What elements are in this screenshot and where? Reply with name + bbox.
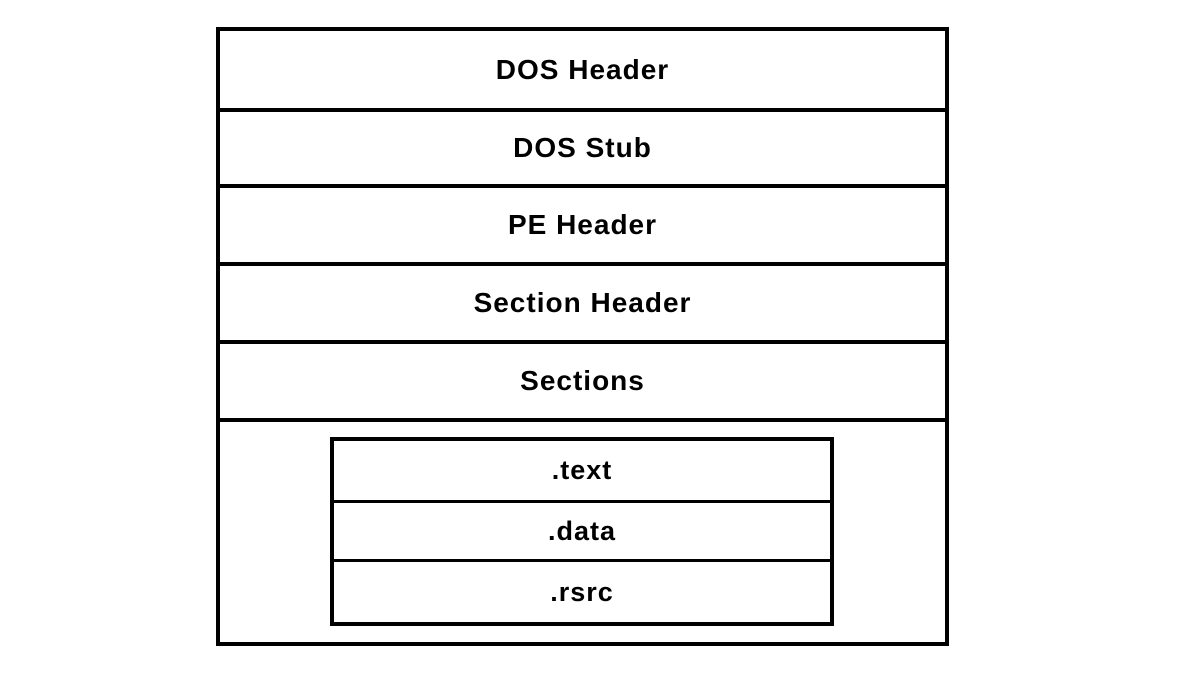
layer-dos-header: DOS Header <box>220 31 945 112</box>
sections-table: .text .data .rsrc <box>330 437 834 626</box>
layer-section-header: Section Header <box>220 266 945 344</box>
layer-dos-stub: DOS Stub <box>220 112 945 188</box>
layer-sections: Sections <box>220 344 945 422</box>
section-entry-data: .data <box>334 503 830 562</box>
layer-pe-header: PE Header <box>220 188 945 266</box>
section-entry-rsrc: .rsrc <box>550 576 614 607</box>
section-entry-text: .text <box>334 441 830 503</box>
